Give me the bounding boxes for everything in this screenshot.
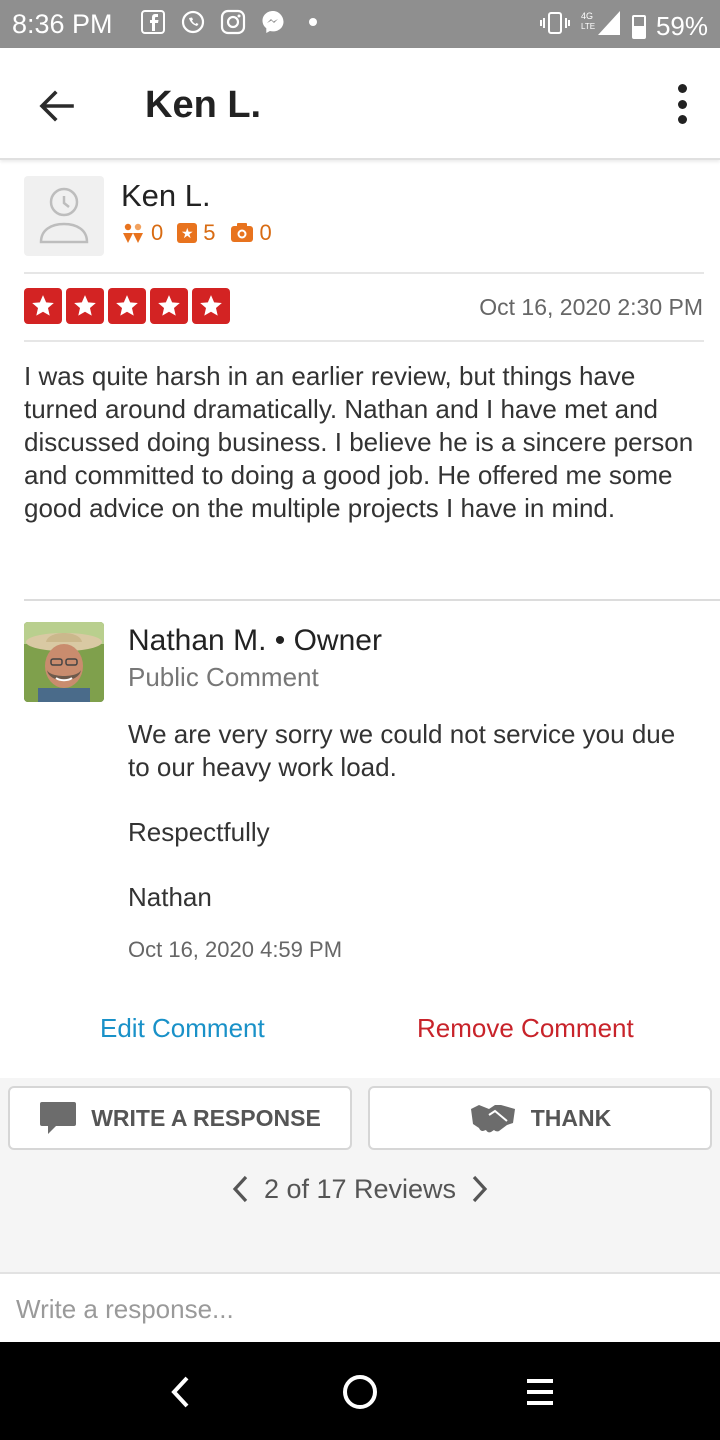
battery-level: 59% — [655, 11, 708, 41]
comment-date: Oct 16, 2020 4:59 PM — [128, 937, 343, 962]
whatsapp-icon — [180, 9, 206, 35]
next-review-button[interactable] — [468, 1172, 492, 1206]
friends-count: 0 — [151, 220, 164, 245]
menu-dot-icon — [677, 84, 687, 93]
status-time: 8:36 PM — [12, 9, 113, 39]
owner-comment-text: We are very sorry we could not service y… — [128, 718, 688, 914]
nav-menu-button[interactable] — [518, 1370, 562, 1414]
edit-comment-link[interactable]: Edit Comment — [100, 1013, 265, 1044]
response-bar — [0, 1272, 720, 1342]
handshake-icon — [470, 1105, 515, 1133]
chevron-right-icon — [472, 1175, 488, 1203]
star-icon — [66, 288, 104, 324]
owner-photo — [24, 622, 104, 702]
reviews-count: 5 — [203, 220, 216, 245]
overflow-menu-button[interactable] — [670, 84, 694, 124]
thank-button[interactable]: THANK — [368, 1086, 712, 1150]
back-button[interactable] — [28, 78, 84, 134]
reviews-stat: ★ 5 — [177, 220, 216, 246]
divider — [24, 599, 720, 601]
write-response-button[interactable]: WRITE A RESPONSE — [8, 1086, 352, 1150]
dot-icon — [300, 9, 326, 35]
comment-type: Public Comment — [128, 662, 319, 692]
arrow-left-icon — [39, 90, 74, 122]
messenger-icon — [260, 9, 286, 35]
chevron-left-icon — [232, 1175, 248, 1203]
photos-stat: 0 — [230, 220, 272, 246]
divider — [24, 340, 704, 342]
owner-avatar[interactable] — [24, 622, 104, 702]
status-right: 4G LTE 59% — [539, 9, 708, 44]
comment-paragraph: Nathan — [128, 882, 212, 912]
star-icon — [192, 288, 230, 324]
response-input[interactable] — [16, 1294, 706, 1325]
reviewer-stats: 0 ★ 5 0 — [121, 220, 272, 246]
review-text: I was quite harsh in an earlier review, … — [24, 361, 694, 523]
review-date: Oct 16, 2020 2:30 PM — [479, 294, 703, 320]
star-icon — [150, 288, 188, 324]
pager-label: 2 of 17 Reviews — [263, 1173, 457, 1204]
app-bar: Ken L. — [0, 48, 720, 160]
svg-text:LTE: LTE — [581, 22, 595, 31]
star-icon — [24, 288, 62, 324]
previous-review-button[interactable] — [228, 1172, 252, 1206]
notification-icons — [140, 9, 326, 35]
circle-home-icon — [343, 1375, 377, 1409]
write-response-label: WRITE A RESPONSE — [91, 1104, 321, 1131]
facebook-icon — [140, 9, 166, 35]
star-icon: ★ — [177, 223, 198, 243]
star-icon — [108, 288, 146, 324]
instagram-icon — [220, 9, 246, 35]
reviewer-avatar[interactable] — [24, 176, 104, 256]
svg-text:4G: 4G — [581, 11, 593, 21]
comment-paragraph: Respectfully — [128, 817, 270, 847]
speech-bubble-icon — [40, 1102, 77, 1134]
hamburger-icon — [527, 1379, 553, 1405]
menu-dot-icon — [677, 115, 687, 124]
star-rating — [24, 288, 230, 324]
photos-count: 0 — [259, 220, 272, 245]
thank-label: THANK — [530, 1104, 612, 1131]
system-nav-bar — [0, 1342, 720, 1440]
remove-comment-link[interactable]: Remove Comment — [417, 1013, 634, 1044]
nav-back-button[interactable] — [158, 1370, 202, 1414]
chevron-left-icon — [171, 1376, 189, 1408]
friends-icon — [123, 223, 143, 243]
review-pager: 2 of 17 Reviews — [0, 1172, 720, 1206]
status-bar: 8:36 PM 4G LTE 59% — [0, 0, 720, 48]
page-title: Ken L. — [145, 84, 262, 126]
default-user-icon — [39, 187, 89, 244]
vibrate-icon — [539, 11, 570, 42]
reviewer-name[interactable]: Ken L. — [121, 178, 211, 214]
camera-icon — [230, 223, 253, 242]
battery-icon — [631, 14, 646, 39]
comment-paragraph: We are very sorry we could not service y… — [128, 719, 676, 782]
signal-icon: 4G LTE — [580, 9, 622, 44]
divider — [24, 272, 704, 274]
menu-dot-icon — [677, 99, 687, 109]
owner-name: Nathan M. • Owner — [128, 624, 382, 657]
friends-stat: 0 — [121, 220, 163, 246]
nav-home-button[interactable] — [338, 1370, 382, 1414]
